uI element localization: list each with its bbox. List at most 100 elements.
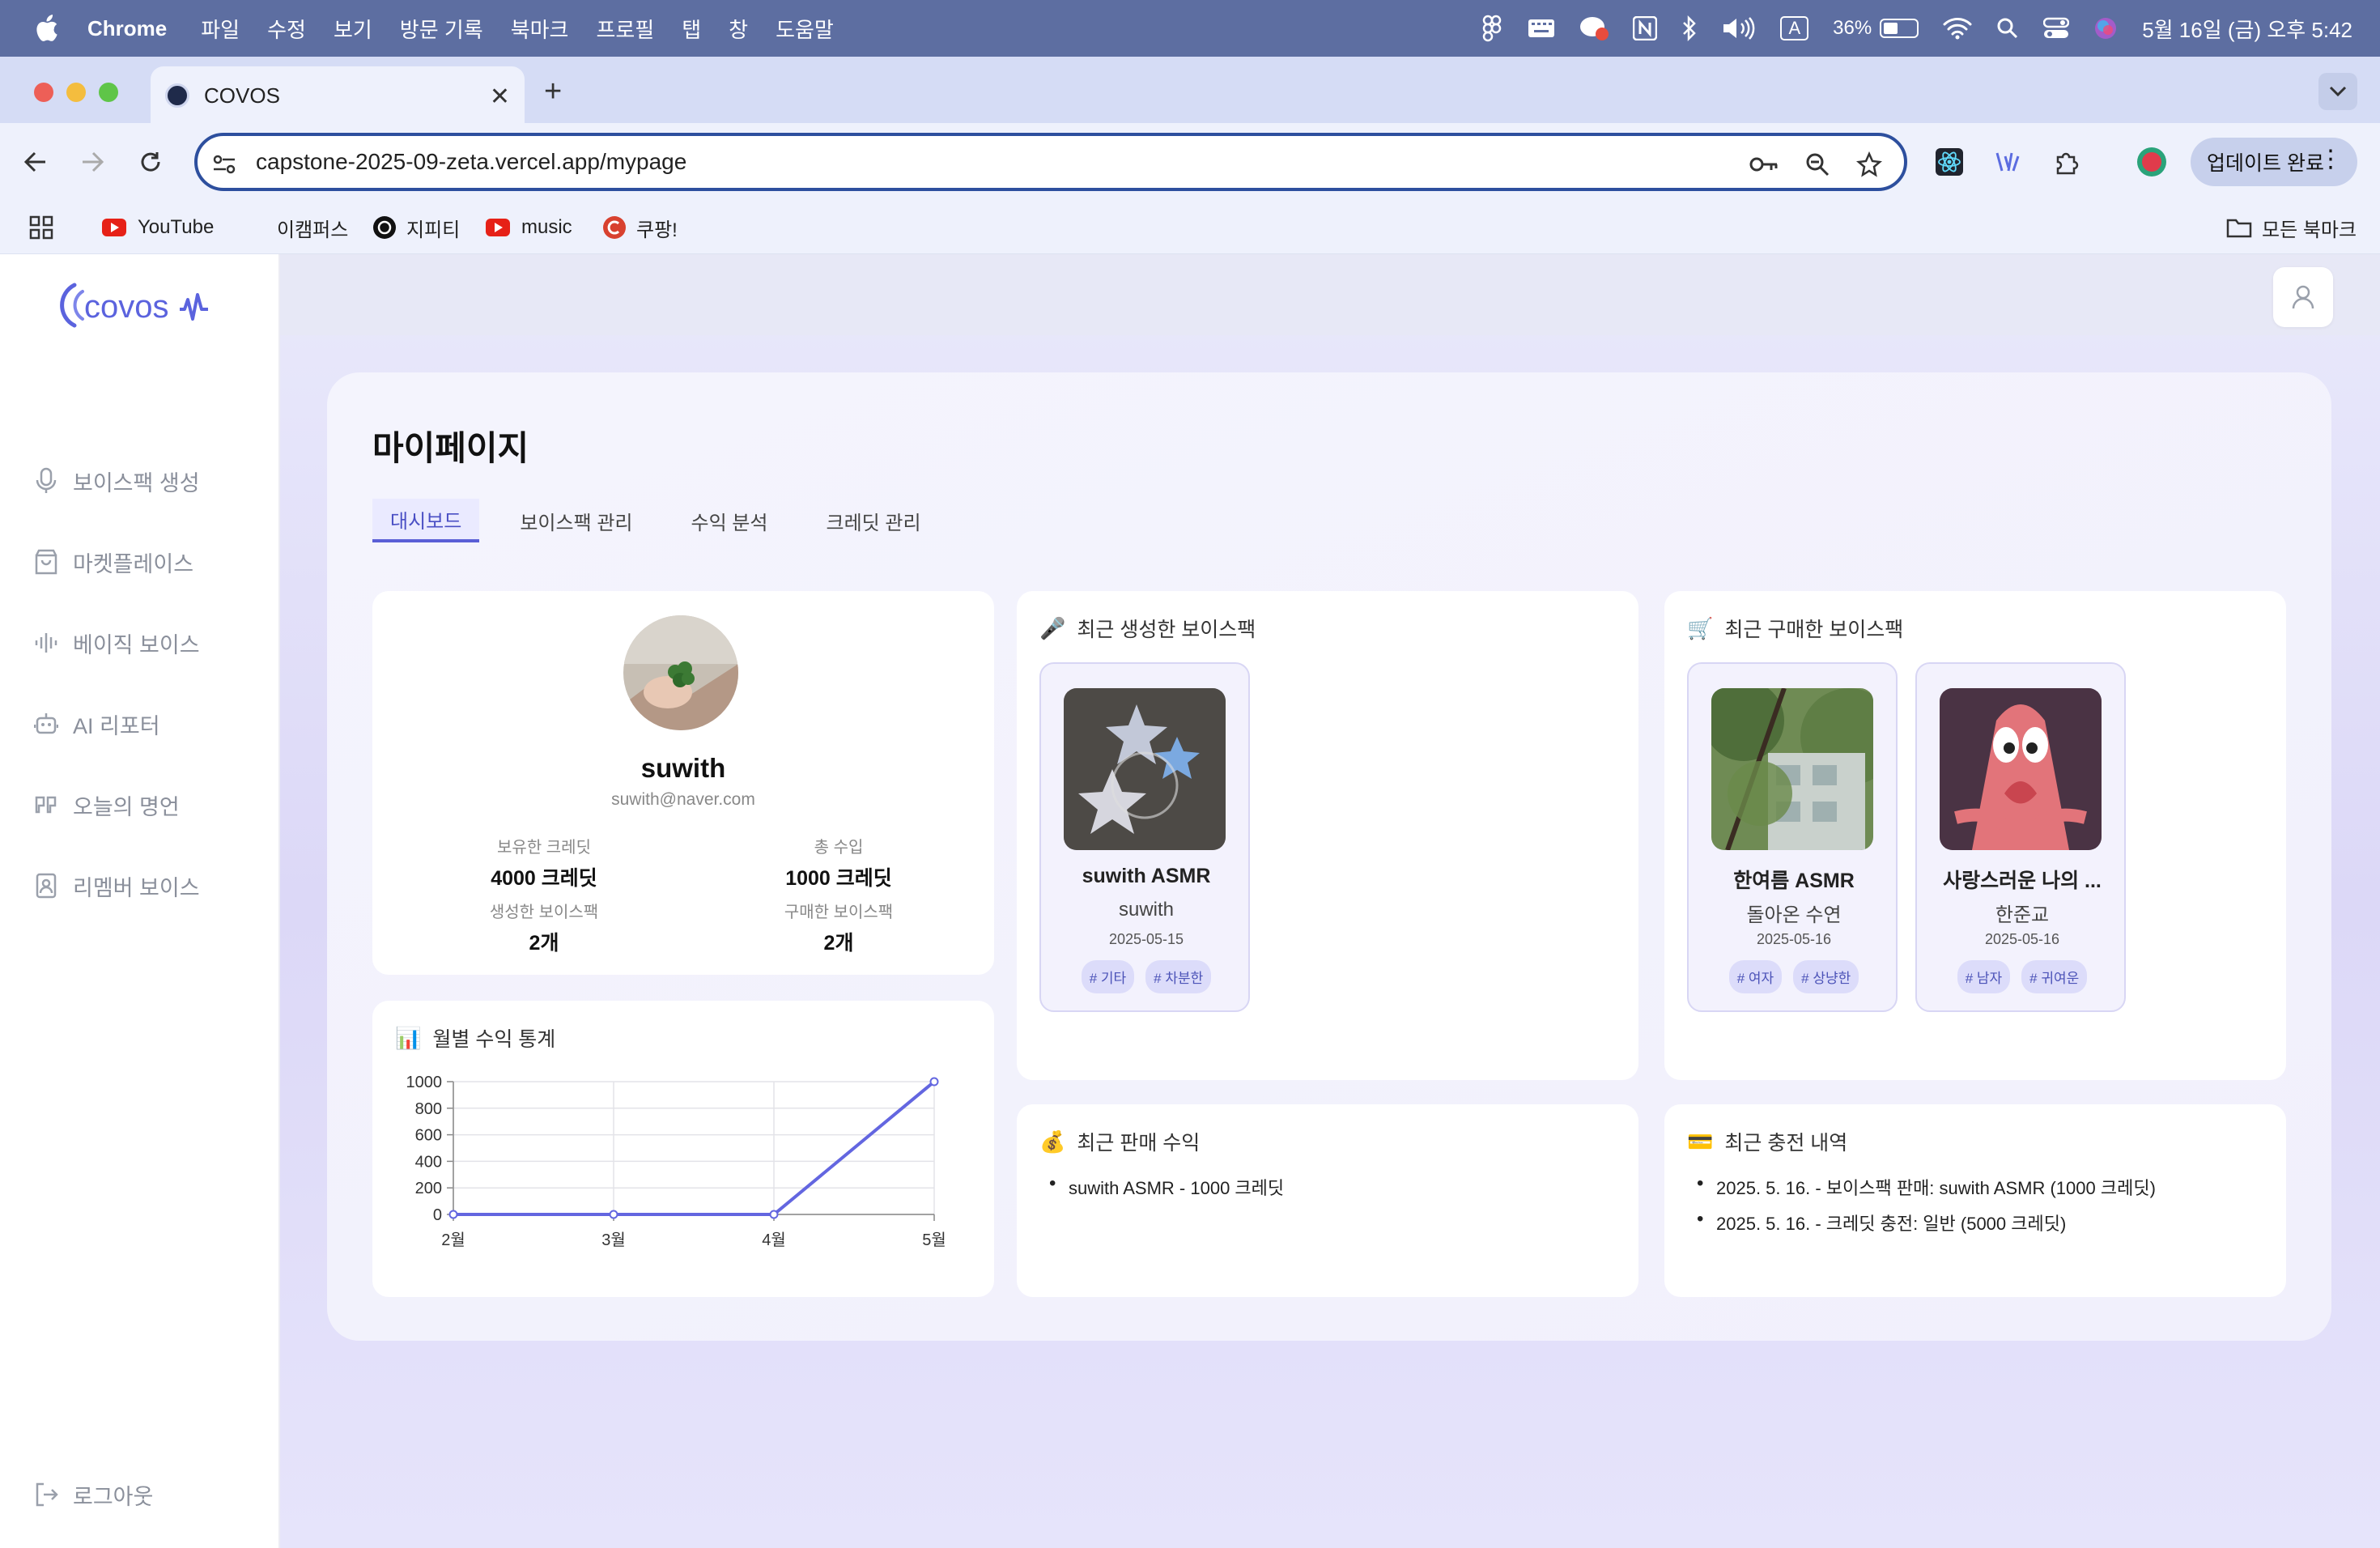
voicepack-card[interactable]: 사랑스러운 나의 ... 한준교 2025-05-16 # 남자 # 귀여운: [1915, 662, 2126, 1012]
tab-favicon: [165, 83, 189, 108]
tab-dashboard[interactable]: 대시보드: [372, 499, 480, 542]
react-devtools-icon[interactable]: [1930, 142, 1969, 181]
battery-status[interactable]: 36%: [1833, 0, 1919, 57]
credit-card-icon: 💳: [1687, 1129, 1714, 1154]
reload-button[interactable]: [131, 142, 170, 181]
update-button[interactable]: 업데이트 완료 ⋮: [2191, 138, 2357, 186]
card-title-text: 최근 충전 내역: [1724, 1132, 1848, 1155]
tab-close-icon[interactable]: ✕: [490, 83, 510, 111]
profile-avatar-icon[interactable]: [2132, 142, 2171, 181]
input-source-icon[interactable]: A: [1780, 0, 1809, 57]
series-line: [453, 1080, 936, 1216]
browser-tab[interactable]: COVOS ✕: [151, 66, 525, 125]
menu-window[interactable]: 창: [729, 14, 748, 44]
menu-bookmarks[interactable]: 북마크: [511, 14, 569, 44]
bookmark-coupang[interactable]: 쿠팡!: [602, 212, 678, 243]
wifi-icon[interactable]: [1943, 0, 1972, 57]
menu-help[interactable]: 도움말: [776, 14, 834, 44]
menu-history[interactable]: 방문 기록: [400, 14, 483, 44]
volume-icon[interactable]: [1722, 0, 1756, 57]
sidebar-item-marketplace[interactable]: 마켓플레이스: [34, 546, 193, 578]
voicepack-date: 2025-05-15: [1108, 931, 1184, 947]
menu-app-name[interactable]: Chrome: [87, 16, 167, 41]
bluetooth-icon[interactable]: [1681, 0, 1698, 57]
bookmark-music[interactable]: music: [486, 212, 572, 243]
messenger-icon[interactable]: [1579, 0, 1609, 57]
figma-icon[interactable]: [1482, 0, 1503, 57]
control-center-icon[interactable]: [2043, 0, 2070, 57]
siri-icon[interactable]: [2093, 0, 2118, 57]
data-point: [448, 1210, 458, 1219]
top-header: [280, 254, 2380, 335]
notion-icon[interactable]: [1633, 0, 1658, 57]
minimize-window-button[interactable]: [66, 83, 86, 102]
covos-logo[interactable]: covos: [57, 277, 219, 338]
zoom-window-button[interactable]: [99, 83, 118, 102]
bookmark-label: YouTube: [138, 216, 215, 238]
menubar-clock[interactable]: 5월 16일 (금) 오후 5:42: [2142, 0, 2352, 57]
new-tab-button[interactable]: +: [544, 74, 562, 109]
card-title-text: 최근 생성한 보이스팩: [1077, 619, 1256, 641]
voicepack-card[interactable]: 한여름 ASMR 돌아온 수연 2025-05-16 # 여자 # 상냥한: [1687, 662, 1898, 1012]
stat-value: 1000 크레딧: [785, 867, 892, 890]
apple-icon[interactable]: [34, 15, 60, 42]
sidebar-item-ai-reporter[interactable]: AI 리포터: [34, 708, 160, 740]
forward-button[interactable]: [73, 142, 112, 181]
bookmark-ecampus[interactable]: 이캠퍼스: [277, 212, 348, 243]
tag[interactable]: # 남자: [1957, 960, 2011, 993]
stat-value: 4000 크레딧: [491, 867, 597, 890]
all-bookmarks[interactable]: 모든 북마크: [2226, 212, 2357, 243]
stat-label: 총 수입: [814, 839, 864, 857]
back-button[interactable]: [16, 142, 55, 181]
voicepack-card[interactable]: suwith ASMR suwith 2025-05-15 # 기타 # 차분한: [1039, 662, 1250, 1012]
menu-view[interactable]: 보기: [334, 14, 372, 44]
tag[interactable]: # 차분한: [1145, 960, 1212, 993]
more-menu-icon[interactable]: ⋮: [2318, 147, 2343, 172]
bookmark-star-icon[interactable]: [1854, 149, 1885, 180]
money-bag-icon: 💰: [1039, 1129, 1066, 1154]
sidebar-item-remember-voice[interactable]: 리멤버 보이스: [34, 870, 200, 902]
menu-profile[interactable]: 프로필: [596, 14, 654, 44]
y-tick-label: 400: [415, 1153, 442, 1171]
tab-revenue-analysis[interactable]: 수익 분석: [673, 499, 785, 542]
sidebar-item-quote[interactable]: 오늘의 명언: [34, 789, 180, 821]
battery-icon: [1880, 19, 1919, 38]
zoom-icon[interactable]: [1802, 149, 1833, 180]
voicepack-author: 한준교: [1995, 904, 2050, 926]
password-key-icon[interactable]: [1749, 149, 1779, 180]
youtube-icon: [102, 219, 126, 236]
site-info-icon[interactable]: [209, 149, 240, 180]
sidebar-item-voicepack-create[interactable]: 보이스팩 생성: [34, 465, 200, 497]
apps-grid-icon[interactable]: [29, 212, 53, 243]
bookmark-label: 지피티: [406, 219, 461, 241]
tag[interactable]: # 기타: [1081, 960, 1135, 993]
close-window-button[interactable]: [34, 83, 53, 102]
keyboard-icon[interactable]: [1528, 0, 1555, 57]
address-bar[interactable]: capstone-2025-09-zeta.vercel.app/mypage: [194, 133, 1907, 191]
menu-tab[interactable]: 탭: [682, 14, 701, 44]
menu-file[interactable]: 파일: [201, 14, 240, 44]
user-menu-button[interactable]: [2273, 267, 2333, 327]
tag[interactable]: # 귀여운: [2021, 960, 2088, 993]
y-tick-label: 600: [415, 1127, 442, 1145]
extensions-puzzle-icon[interactable]: [2046, 142, 2085, 181]
url-path: /mypage: [599, 149, 687, 174]
tab-search-button[interactable]: [2318, 73, 2357, 110]
recent-created-card: 🎤 최근 생성한 보이스팩 suwith ASMR suwith 2025-05-…: [1017, 591, 1638, 1080]
extension-icon[interactable]: [1988, 142, 2027, 181]
update-label: 업데이트 완료: [2207, 152, 2324, 175]
x-tick-label: 3월: [601, 1231, 626, 1249]
tab-voicepack-manage[interactable]: 보이스팩 관리: [502, 499, 650, 542]
tag[interactable]: # 상냥한: [1793, 960, 1859, 993]
tag[interactable]: # 여자: [1728, 960, 1783, 993]
spotlight-icon[interactable]: [1996, 0, 2019, 57]
sidebar-item-basic-voice[interactable]: 베이직 보이스: [34, 627, 200, 659]
quote-icon: [35, 796, 57, 814]
bookmark-gpt[interactable]: 지피티: [372, 212, 460, 243]
tab-credit-manage[interactable]: 크레딧 관리: [808, 499, 938, 542]
menu-edit[interactable]: 수정: [267, 14, 306, 44]
bookmark-youtube[interactable]: YouTube: [102, 212, 214, 243]
page-title: 마이페이지: [372, 429, 529, 467]
logout-button[interactable]: 로그아웃: [34, 1478, 153, 1511]
url-text[interactable]: capstone-2025-09-zeta.vercel.app/mypage: [256, 149, 686, 175]
